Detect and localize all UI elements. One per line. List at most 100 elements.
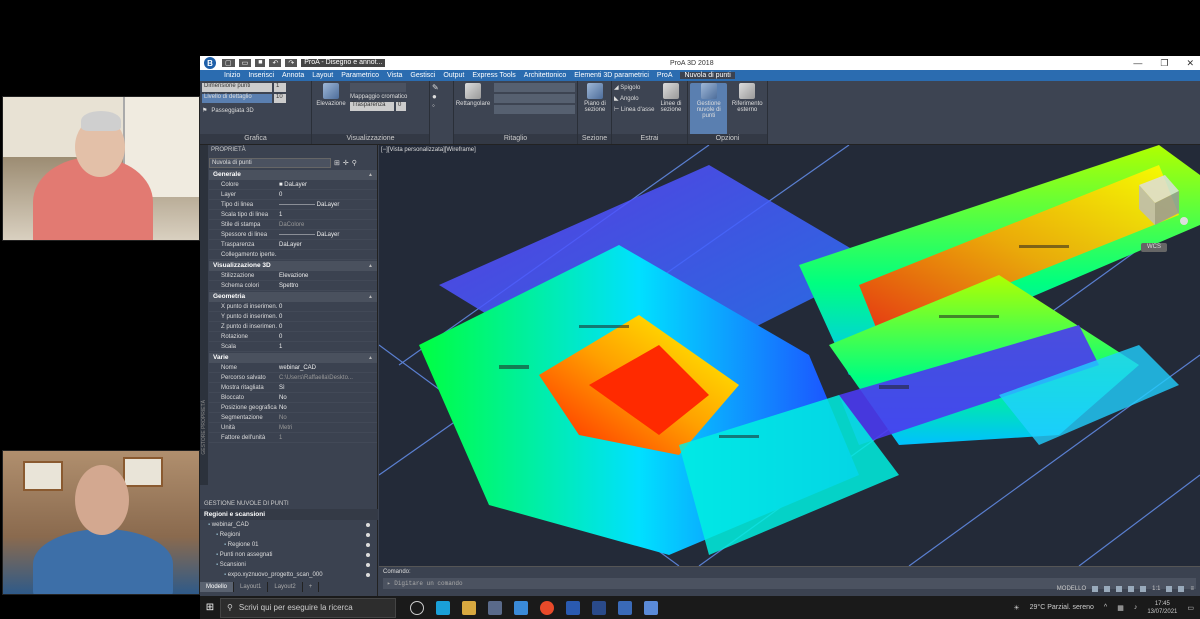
property-value[interactable]: C:\Users\Raffaella\Deskto... xyxy=(277,373,377,382)
property-row[interactable]: Scala tipo di linea 1 xyxy=(209,210,377,220)
ribbon-tab-vista[interactable]: Vista xyxy=(387,72,402,79)
property-section-header[interactable]: Generale xyxy=(209,170,377,180)
undo-icon[interactable]: ↶ xyxy=(269,59,282,67)
minimize-icon[interactable]: — xyxy=(1133,58,1142,69)
save-icon[interactable]: ■ xyxy=(255,59,266,67)
model-viewport[interactable]: [−][Vista personalizzata][Wireframe] WCS xyxy=(379,145,1200,566)
property-row[interactable]: Unità Metri xyxy=(209,423,377,433)
walk-3d-icon[interactable]: ⚑ xyxy=(202,107,207,114)
trasparenza-value[interactable]: 0 xyxy=(396,102,406,111)
property-row[interactable]: Stile di stampa DaColore xyxy=(209,220,377,230)
tree-item[interactable]: ▪ Punti non assegnati xyxy=(200,550,378,560)
file-explorer-icon[interactable] xyxy=(462,600,476,615)
annotation-scale[interactable]: 1:1 xyxy=(1152,586,1160,592)
spigolo-button[interactable]: ◢ Spigolo xyxy=(614,83,655,94)
property-row[interactable]: Segmentazione No xyxy=(209,413,377,423)
property-value[interactable]: No xyxy=(277,393,377,402)
maximize-icon[interactable]: ❐ xyxy=(1160,58,1168,69)
navigation-icon[interactable] xyxy=(1180,217,1188,225)
grid-icon[interactable] xyxy=(1092,585,1099,592)
weather-text[interactable]: 29°C Parzial. sereno xyxy=(1030,604,1094,611)
property-row[interactable]: Nome webinar_CAD xyxy=(209,363,377,373)
livello-dettaglio-value[interactable]: 10 xyxy=(274,94,286,103)
mail-icon[interactable] xyxy=(514,600,528,615)
model-space-toggle[interactable]: MODELLO xyxy=(1057,586,1086,592)
notifications-icon[interactable]: ▭ xyxy=(1187,604,1194,612)
property-section-header[interactable]: Varie xyxy=(209,353,377,363)
circle-icon[interactable]: ● xyxy=(432,92,451,101)
tray-arrow-icon[interactable]: ^ xyxy=(1104,604,1107,611)
property-row[interactable]: Stilizzazione Elevazione xyxy=(209,271,377,281)
open-file-icon[interactable]: ▭ xyxy=(238,59,252,67)
ribbon-tab-parametrico[interactable]: Parametrico xyxy=(341,72,379,79)
ribbon-tab-annota[interactable]: Annota xyxy=(282,72,304,79)
cad-app-icon[interactable] xyxy=(592,600,606,615)
property-row[interactable]: Spessore di linea —————— DaLayer xyxy=(209,230,377,240)
property-value[interactable]: No xyxy=(277,403,377,412)
property-row[interactable]: Layer 0 xyxy=(209,190,377,200)
property-row[interactable]: Trasparenza DaLayer xyxy=(209,240,377,250)
snap-icon[interactable] xyxy=(1104,585,1111,592)
new-file-icon[interactable]: ▢ xyxy=(222,59,235,67)
property-value[interactable]: 0 xyxy=(277,190,377,199)
property-row[interactable]: Scala 1 xyxy=(209,342,377,352)
dot-icon[interactable]: ◦ xyxy=(432,101,451,110)
ribbon-tab-proa[interactable]: ProA xyxy=(657,72,673,79)
ribbon-tab-inizio[interactable]: Inizio xyxy=(224,72,240,79)
image-viewer-icon[interactable] xyxy=(644,600,658,615)
ritaglio-option-3[interactable] xyxy=(494,105,575,114)
property-row[interactable]: Percorso salvato C:\Users\Raffaella\Deskt… xyxy=(209,373,377,383)
property-row[interactable]: Collegamento iperte... xyxy=(209,250,377,260)
trasparenza-field[interactable]: Trasparenza xyxy=(350,102,394,111)
property-row[interactable]: Schema colori Spettro xyxy=(209,281,377,291)
network-icon[interactable]: ▦ xyxy=(1117,604,1124,612)
ribbon-tab-inserisci[interactable]: Inserisci xyxy=(248,72,274,79)
angolo-button[interactable]: ◣ Angolo xyxy=(614,94,655,105)
linea-asse-button[interactable]: ⊢ Linea d'asse xyxy=(614,105,655,116)
customize-icon[interactable]: ≡ xyxy=(1190,586,1194,592)
piano-sezione-button[interactable]: Piano di sezione xyxy=(580,83,610,113)
property-section-header[interactable]: Geometria xyxy=(209,292,377,302)
quick-select-icon[interactable]: ⚲ xyxy=(352,159,357,167)
ribbon-tab-gestisci[interactable]: Gestisci xyxy=(410,72,435,79)
property-value[interactable] xyxy=(277,250,377,259)
property-value[interactable]: No xyxy=(277,413,377,422)
property-value[interactable]: —————— DaLayer xyxy=(277,200,377,209)
clock[interactable]: 17:45 13/07/2021 xyxy=(1147,600,1177,616)
volume-icon[interactable]: ♪ xyxy=(1134,604,1138,611)
app-logo-icon[interactable]: B xyxy=(204,57,216,69)
store-icon[interactable] xyxy=(488,600,502,615)
property-value[interactable]: ■ DaLayer xyxy=(277,180,377,189)
property-value[interactable]: 1 xyxy=(277,210,377,219)
property-value[interactable]: Elevazione xyxy=(277,271,377,280)
ritaglio-option-1[interactable] xyxy=(494,83,575,92)
property-row[interactable]: X punto di inserimen... 0 xyxy=(209,302,377,312)
property-row[interactable]: Y punto di inserimen... 0 xyxy=(209,312,377,322)
property-value[interactable]: webinar_CAD xyxy=(277,363,377,372)
property-value[interactable]: 0 xyxy=(277,322,377,331)
document-tab[interactable]: ProA - Disegno e annot... xyxy=(301,59,386,67)
viewport-label[interactable]: [−][Vista personalizzata][Wireframe] xyxy=(381,147,476,153)
ribbon-tab-layout[interactable]: Layout xyxy=(312,72,333,79)
select-objects-icon[interactable]: ✛ xyxy=(343,159,349,167)
word-icon[interactable] xyxy=(566,600,580,615)
settings-icon[interactable] xyxy=(1166,585,1173,592)
dimensione-punti-field[interactable]: Dimensione punti xyxy=(202,83,272,92)
property-section-header[interactable]: Visualizzazione 3D xyxy=(209,261,377,271)
colormap-dropdown[interactable] xyxy=(350,83,406,92)
property-value[interactable]: 0 xyxy=(277,332,377,341)
ribbon-tab-elementi-3d-parametrici[interactable]: Elementi 3D parametrici xyxy=(574,72,649,79)
ribbon-tab-output[interactable]: Output xyxy=(443,72,464,79)
tree-item[interactable]: ▪ expo.xyznuovo_progetto_scan_000 xyxy=(200,570,378,580)
property-value[interactable]: 1 xyxy=(277,433,377,442)
tree-item[interactable]: ▪ Scansioni xyxy=(200,560,378,570)
property-value[interactable]: 1 xyxy=(277,342,377,351)
fullscreen-icon[interactable] xyxy=(1178,585,1185,592)
toggle-pickadd-icon[interactable]: ⊞ xyxy=(334,159,340,167)
object-type-select[interactable]: Nuvola di punti xyxy=(209,157,331,168)
ritaglio-option-2[interactable] xyxy=(494,94,575,103)
pencil-icon[interactable]: ✎ xyxy=(432,83,451,92)
property-row[interactable]: Z punto di inserimen... 0 xyxy=(209,322,377,332)
tree-item[interactable]: ▪ Regione 01 xyxy=(200,540,378,550)
property-row[interactable]: Tipo di linea —————— DaLayer xyxy=(209,200,377,210)
